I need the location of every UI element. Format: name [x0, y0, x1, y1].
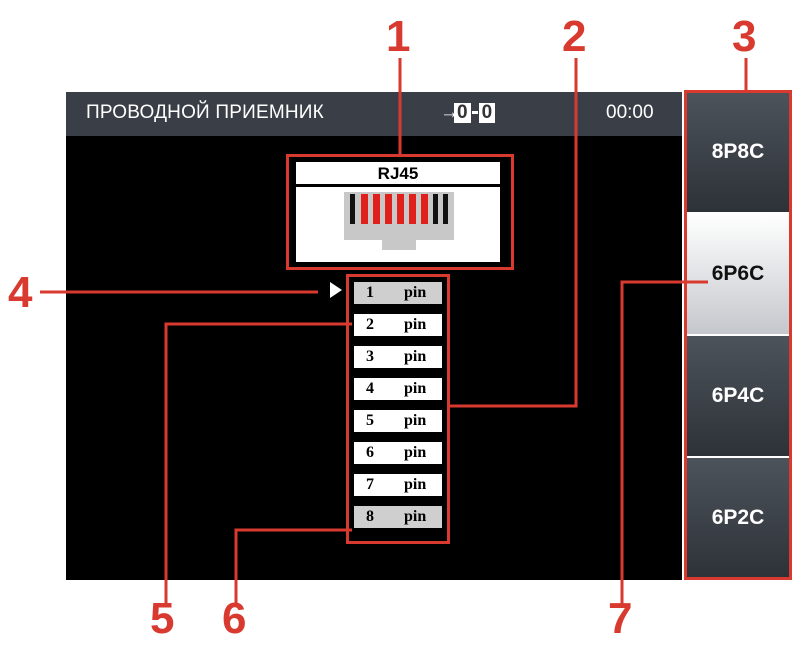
callout-leader-lines: [40, 58, 748, 604]
callout-number-7: 7: [608, 594, 633, 643]
callout-number-5: 5: [150, 594, 175, 643]
callout-number-6: 6: [222, 594, 247, 643]
callout-number-2: 2: [562, 12, 587, 61]
callout-number-1: 1: [386, 12, 411, 61]
callout-number-3: 3: [732, 12, 757, 61]
callout-number-4: 4: [8, 268, 33, 317]
